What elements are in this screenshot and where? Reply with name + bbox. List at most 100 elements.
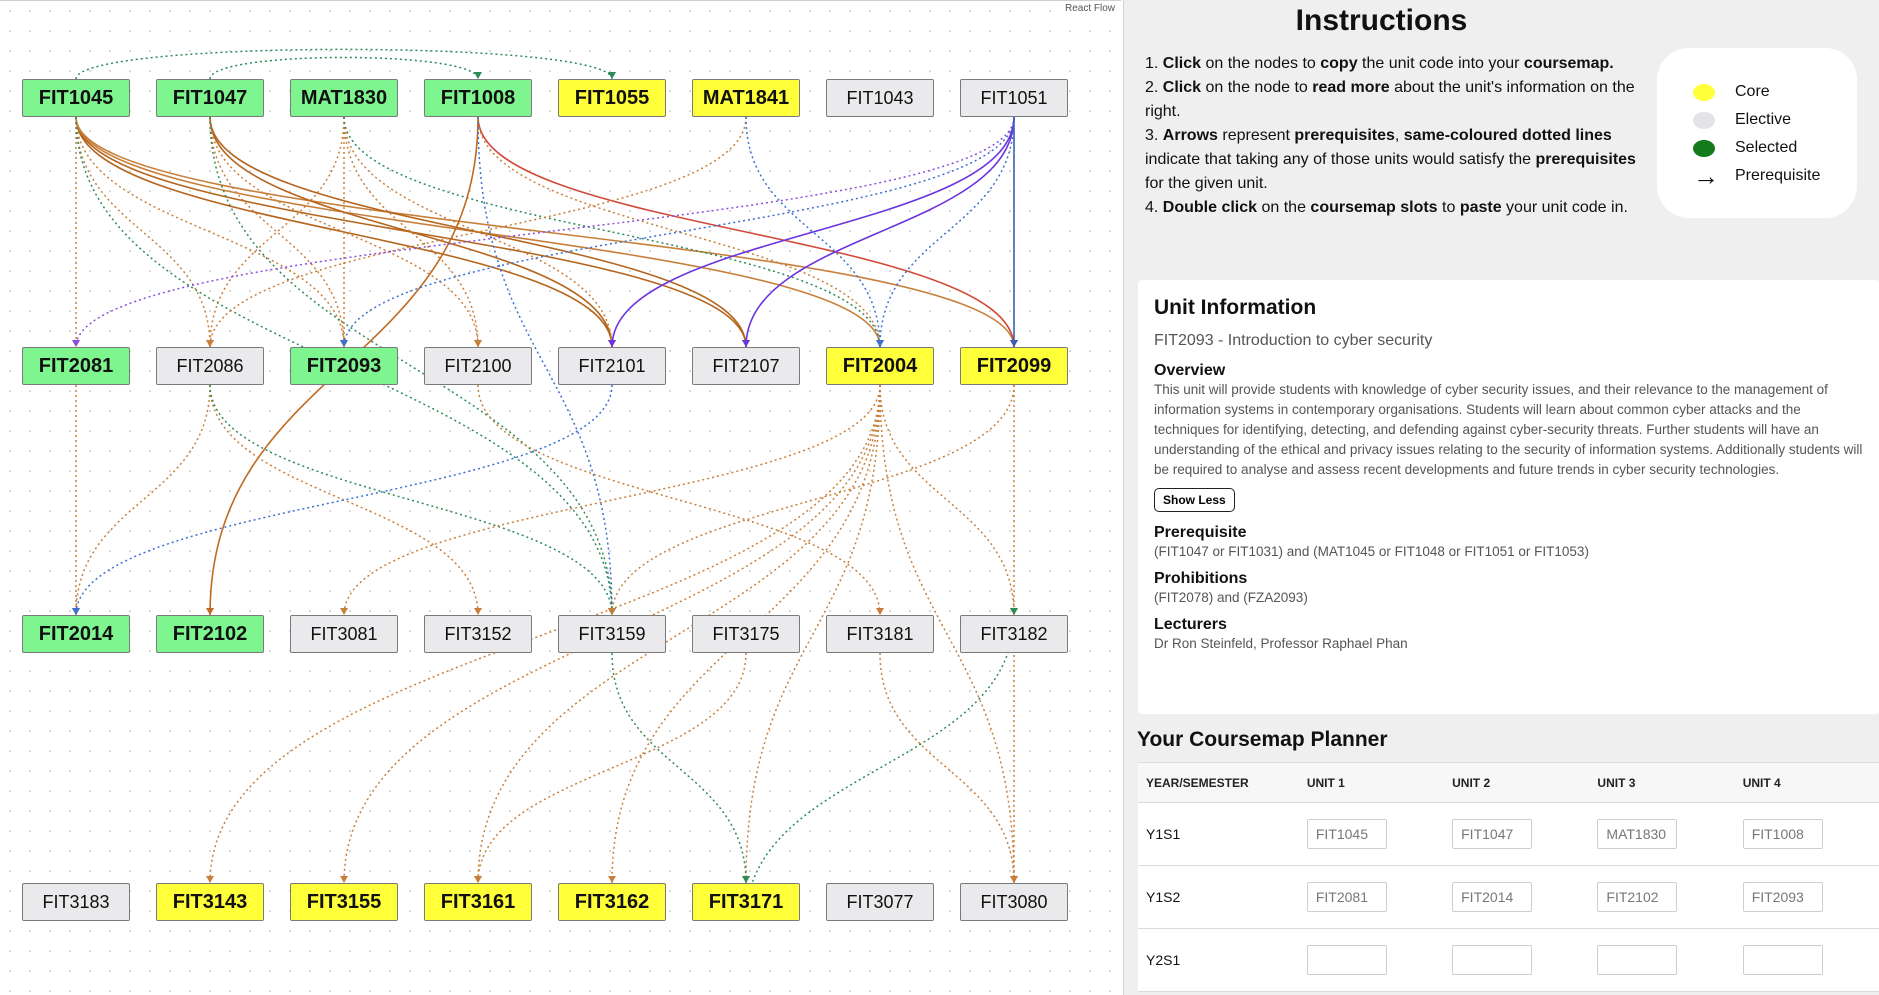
node-fit2081[interactable]: FIT2081 bbox=[22, 347, 130, 385]
edge-arrowhead bbox=[340, 340, 348, 347]
instruction-text: 2. bbox=[1145, 79, 1163, 96]
node-fit3181[interactable]: FIT3181 bbox=[826, 615, 934, 653]
slot-y1s2-unit-3[interactable] bbox=[1597, 882, 1678, 912]
legend-item-selected: Selected bbox=[1693, 134, 1857, 162]
instruction-text: the unit code into your bbox=[1357, 55, 1524, 72]
edge-arrowhead bbox=[474, 340, 482, 347]
instruction-text: coursemap. bbox=[1523, 55, 1614, 72]
node-fit3077[interactable]: FIT3077 bbox=[826, 883, 934, 921]
edge-fit1051-fit2101 bbox=[611, 116, 1015, 348]
slot-y1s1-unit-4[interactable] bbox=[1742, 819, 1823, 849]
legend-label: Selected bbox=[1735, 139, 1798, 156]
node-fit2086[interactable]: FIT2086 bbox=[156, 347, 264, 385]
slot-y2s1-unit-2[interactable] bbox=[1452, 945, 1533, 975]
slot-y1s2-unit-2[interactable] bbox=[1452, 882, 1533, 912]
planner-row-y1s1: Y1S1 bbox=[1138, 802, 1879, 866]
planner-cell bbox=[1444, 928, 1590, 992]
instruction-text: your unit code in. bbox=[1501, 199, 1628, 216]
edge-arrowhead bbox=[206, 340, 214, 347]
instruction-text: Click bbox=[1162, 79, 1202, 96]
legend-swatch bbox=[1693, 83, 1715, 101]
edge-arrowhead bbox=[340, 876, 348, 883]
node-fit3171[interactable]: FIT3171 bbox=[692, 883, 800, 921]
slot-y1s1-unit-2[interactable] bbox=[1452, 819, 1533, 849]
edge-fit1045-fit2099 bbox=[75, 116, 1015, 348]
slot-y1s1-unit-3[interactable] bbox=[1597, 819, 1678, 849]
slot-y2s1-unit-4[interactable] bbox=[1742, 945, 1823, 975]
instruction-text: 3. bbox=[1145, 127, 1163, 144]
node-fit1047[interactable]: FIT1047 bbox=[156, 79, 264, 117]
planner-cell bbox=[1589, 928, 1735, 992]
course-flow-canvas[interactable]: FIT1045 FIT1047 MAT1830 FIT1008 FIT1055 MAT18… bbox=[0, 0, 1121, 995]
node-mat1841[interactable]: MAT1841 bbox=[692, 79, 800, 117]
planner-row-y1s2: Y1S2 bbox=[1138, 865, 1879, 929]
instruction-step-3: 3. Arrows represent prerequisites, same-… bbox=[1145, 124, 1645, 196]
planner-column-header: UNIT 2 bbox=[1444, 762, 1590, 803]
edge-mat1830-fit2101 bbox=[343, 116, 613, 348]
legend-label: Prerequisite bbox=[1735, 167, 1821, 184]
legend-label: Elective bbox=[1735, 111, 1792, 128]
instruction-text: Arrows bbox=[1162, 127, 1218, 144]
edge-fit2004-fit3081 bbox=[343, 384, 881, 616]
node-fit2014[interactable]: FIT2014 bbox=[22, 615, 130, 653]
node-fit2099[interactable]: FIT2099 bbox=[960, 347, 1068, 385]
edge-arrowhead bbox=[876, 340, 884, 347]
node-mat1830[interactable]: MAT1830 bbox=[290, 79, 398, 117]
node-fit3155[interactable]: FIT3155 bbox=[290, 883, 398, 921]
instruction-text: prerequisites bbox=[1535, 151, 1636, 168]
slot-y1s1-unit-1[interactable] bbox=[1306, 819, 1387, 849]
node-fit1055[interactable]: FIT1055 bbox=[558, 79, 666, 117]
node-fit2100[interactable]: FIT2100 bbox=[424, 347, 532, 385]
node-fit1051[interactable]: FIT1051 bbox=[960, 79, 1068, 117]
node-fit3143[interactable]: FIT3143 bbox=[156, 883, 264, 921]
lecturers-label: Lecturers bbox=[1154, 616, 1227, 633]
unit-info-title: FIT2093 - Introduction to cyber security bbox=[1154, 332, 1433, 349]
slot-y2s1-unit-1[interactable] bbox=[1306, 945, 1387, 975]
instruction-text: Double click bbox=[1162, 199, 1258, 216]
side-panel: Instructions 1. Click on the nodes to co… bbox=[1123, 0, 1879, 995]
node-fit3161[interactable]: FIT3161 bbox=[424, 883, 532, 921]
node-fit3080[interactable]: FIT3080 bbox=[960, 883, 1068, 921]
slot-y2s1-unit-3[interactable] bbox=[1597, 945, 1678, 975]
node-fit2102[interactable]: FIT2102 bbox=[156, 615, 264, 653]
instruction-text: for the given unit. bbox=[1145, 175, 1268, 192]
instruction-text: represent bbox=[1217, 127, 1295, 144]
slot-y1s2-unit-1[interactable] bbox=[1306, 882, 1387, 912]
node-fit2101[interactable]: FIT2101 bbox=[558, 347, 666, 385]
show-less-button[interactable]: Show Less bbox=[1154, 488, 1235, 512]
node-fit2107[interactable]: FIT2107 bbox=[692, 347, 800, 385]
instruction-text: read more bbox=[1312, 79, 1390, 96]
legend-swatch bbox=[1693, 111, 1715, 129]
planner-cell bbox=[1444, 802, 1590, 866]
instruction-text: indicate that taking any of those units … bbox=[1145, 151, 1536, 168]
instructions-title: Instructions bbox=[1295, 4, 1468, 37]
node-fit3182[interactable]: FIT3182 bbox=[960, 615, 1068, 653]
edge-fit2086-fit2014 bbox=[75, 384, 211, 616]
planner-cell bbox=[1298, 928, 1445, 992]
react-flow-attribution[interactable]: React Flow bbox=[1062, 3, 1117, 14]
edge-fit2086-fit3159 bbox=[209, 384, 613, 616]
node-fit1008[interactable]: FIT1008 bbox=[424, 79, 532, 117]
node-fit2004[interactable]: FIT2004 bbox=[826, 347, 934, 385]
instruction-text: on the node to bbox=[1201, 79, 1313, 96]
node-fit3081[interactable]: FIT3081 bbox=[290, 615, 398, 653]
edge-arrowhead bbox=[1010, 608, 1018, 615]
edge-mat1830-fit2004 bbox=[343, 116, 881, 348]
planner-column-header: UNIT 3 bbox=[1589, 762, 1735, 803]
unit-info-card: Unit Information FIT2093 - Introduction … bbox=[1138, 280, 1879, 714]
node-fit3162[interactable]: FIT3162 bbox=[558, 883, 666, 921]
node-fit3152[interactable]: FIT3152 bbox=[424, 615, 532, 653]
node-fit1043[interactable]: FIT1043 bbox=[826, 79, 934, 117]
node-fit3183[interactable]: FIT3183 bbox=[22, 883, 130, 921]
overview-text: This unit will provide students with kno… bbox=[1154, 382, 1863, 477]
slot-y1s2-unit-4[interactable] bbox=[1742, 882, 1823, 912]
node-fit1045[interactable]: FIT1045 bbox=[22, 79, 130, 117]
instruction-text: 4. bbox=[1145, 199, 1163, 216]
instruction-text: Click bbox=[1162, 55, 1202, 72]
edge-fit2004-fit3182 bbox=[879, 384, 1015, 616]
node-fit3175[interactable]: FIT3175 bbox=[692, 615, 800, 653]
node-fit2093[interactable]: FIT2093 bbox=[290, 347, 398, 385]
edge-fit1047-fit2093 bbox=[209, 116, 345, 348]
unit-info-heading: Unit Information bbox=[1154, 296, 1317, 319]
node-fit3159[interactable]: FIT3159 bbox=[558, 615, 666, 653]
